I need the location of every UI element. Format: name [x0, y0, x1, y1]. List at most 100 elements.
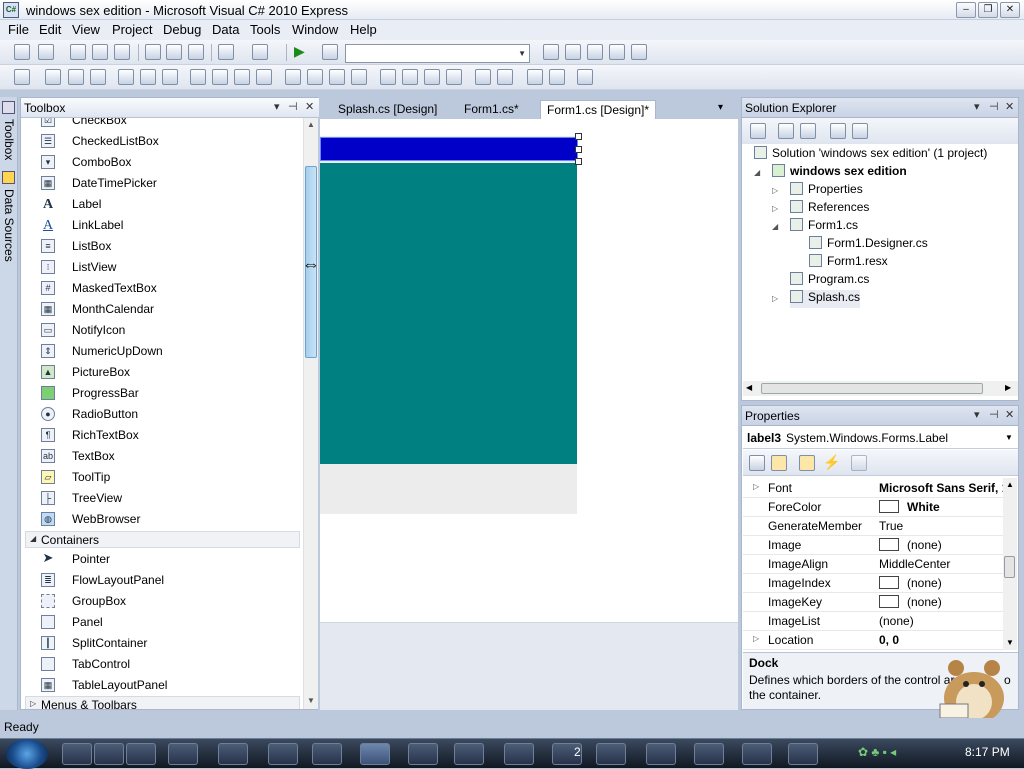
property-pages-icon[interactable]: [851, 455, 867, 471]
view-code-icon[interactable]: [830, 123, 846, 139]
save-all-icon[interactable]: [114, 44, 130, 60]
toolbox-item-textbox[interactable]: ab TextBox: [21, 446, 303, 467]
tree-item-form1-designer[interactable]: Form1.Designer.cs: [809, 236, 928, 254]
remove-vertical-spacing-icon[interactable]: [446, 69, 462, 85]
toolbox-item-maskedtextbox[interactable]: # MaskedTextBox: [21, 278, 303, 299]
size-to-grid-icon[interactable]: [212, 69, 228, 85]
tree-item-form1-resx[interactable]: Form1.resx: [809, 254, 888, 272]
taskbar-app-icon[interactable]: [788, 743, 818, 765]
resize-handle[interactable]: [575, 158, 582, 165]
bring-to-front-icon[interactable]: [527, 69, 543, 85]
properties-view-icon[interactable]: [799, 455, 815, 471]
toolbox-item-checkbox[interactable]: ☑ CheckBox: [21, 118, 303, 131]
solution-root[interactable]: Solution 'windows sex edition' (1 projec…: [754, 146, 987, 164]
cut-icon[interactable]: [145, 44, 161, 60]
tree-item-form1[interactable]: Form1.cs: [790, 218, 858, 236]
toolbox-item-listview[interactable]: ⁝ ListView: [21, 257, 303, 278]
object-selector[interactable]: label3 System.Windows.Forms.Label ▼: [743, 427, 1018, 449]
resize-handle[interactable]: [575, 133, 582, 140]
toolbox-side-tab[interactable]: Toolbox: [2, 119, 16, 160]
taskbar-app-icon[interactable]: [94, 743, 124, 765]
center-vertically-icon[interactable]: [497, 69, 513, 85]
start-page-icon[interactable]: [609, 44, 625, 60]
align-to-grid-icon[interactable]: [14, 69, 30, 85]
tree-item-references[interactable]: References: [790, 200, 869, 218]
start-orb-button[interactable]: [6, 739, 48, 769]
auto-hide-pin-icon[interactable]: ⊣: [288, 100, 298, 113]
property-row[interactable]: ▷ Location 0, 0: [743, 631, 1003, 650]
save-icon[interactable]: [92, 44, 108, 60]
show-all-files-icon[interactable]: [778, 123, 794, 139]
resize-handle[interactable]: [575, 146, 582, 153]
taskbar-app-icon[interactable]: [742, 743, 772, 765]
toolbox-item-webbrowser[interactable]: ◍ WebBrowser: [21, 509, 303, 530]
events-lightning-icon[interactable]: ⚡: [823, 454, 840, 471]
scroll-up-icon[interactable]: ▲: [1006, 480, 1014, 489]
make-same-width-icon[interactable]: [190, 69, 206, 85]
taskbar-visual-studio-icon[interactable]: [360, 743, 390, 765]
undo-icon[interactable]: [218, 44, 234, 60]
toolbox-item-panel[interactable]: Panel: [21, 612, 303, 633]
auto-hide-pin-icon[interactable]: ⊣: [989, 100, 999, 113]
tab-order-icon[interactable]: [577, 69, 593, 85]
menu-help[interactable]: Help: [350, 22, 377, 37]
align-rights-icon[interactable]: [90, 69, 106, 85]
close-panel-icon[interactable]: ✕: [1005, 100, 1014, 113]
collapse-triangle-icon[interactable]: ◢: [772, 222, 778, 231]
extension-manager-icon[interactable]: [631, 44, 647, 60]
paste-icon[interactable]: [188, 44, 204, 60]
taskbar-app-icon[interactable]: [596, 743, 626, 765]
tab-form1-design[interactable]: Form1.cs [Design]*: [540, 100, 657, 119]
taskbar-app-icon[interactable]: [126, 743, 156, 765]
expand-triangle-icon[interactable]: ▷: [772, 186, 778, 195]
properties-scrollbar[interactable]: ▲ ▼: [1003, 478, 1017, 650]
tab-splash-design[interactable]: Splash.cs [Design]: [332, 100, 443, 119]
toolbox-item-checkedlistbox[interactable]: ☰ CheckedListBox: [21, 131, 303, 152]
expand-triangle-icon[interactable]: ▷: [753, 634, 759, 643]
property-row[interactable]: ImageList (none): [743, 612, 1003, 631]
toolbox-category-menus-toolbars[interactable]: ▷ Menus & Toolbars: [25, 696, 300, 709]
taskbar-firefox-icon[interactable]: [312, 743, 342, 765]
auto-hide-pin-icon[interactable]: ⊣: [989, 408, 999, 421]
scroll-left-icon[interactable]: ◀: [746, 383, 752, 392]
alphabetical-icon[interactable]: [771, 455, 787, 471]
toolbox-item-numericupdown[interactable]: ⇕ NumericUpDown: [21, 341, 303, 362]
menu-window[interactable]: Window: [292, 22, 338, 37]
menu-view[interactable]: View: [72, 22, 100, 37]
toolbox-item-notifyicon[interactable]: ▭ NotifyIcon: [21, 320, 303, 341]
close-window-button[interactable]: ✕: [1000, 2, 1020, 18]
toolbox-item-monthcalendar[interactable]: ▦ MonthCalendar: [21, 299, 303, 320]
toolbox-item-flowlayoutpanel[interactable]: ≣ FlowLayoutPanel: [21, 570, 303, 591]
property-row[interactable]: ImageAlign MiddleCenter: [743, 555, 1003, 574]
menu-data[interactable]: Data: [212, 22, 239, 37]
restore-button[interactable]: ❐: [978, 2, 998, 18]
teal-panel[interactable]: [320, 163, 577, 464]
window-position-icon[interactable]: ▾: [974, 408, 980, 421]
decrease-horizontal-spacing-icon[interactable]: [329, 69, 345, 85]
expand-triangle-icon[interactable]: ▷: [772, 294, 778, 303]
start-debugging-icon[interactable]: ▶: [294, 43, 305, 60]
find-combo[interactable]: ▼: [345, 44, 530, 63]
property-row[interactable]: ImageIndex (none): [743, 574, 1003, 593]
data-sources-side-tab[interactable]: Data Sources: [2, 189, 16, 262]
close-panel-icon[interactable]: ✕: [1005, 408, 1014, 421]
property-row[interactable]: ImageKey (none): [743, 593, 1003, 612]
scroll-down-icon[interactable]: ▼: [307, 696, 315, 705]
menu-file[interactable]: File: [8, 22, 29, 37]
properties-icon[interactable]: [750, 123, 766, 139]
property-row[interactable]: GenerateMember True: [743, 517, 1003, 536]
tray-icons[interactable]: ✿ ♣ ▪ ◂: [858, 745, 896, 759]
taskbar-app-icon[interactable]: [694, 743, 724, 765]
increase-vertical-spacing-icon[interactable]: [402, 69, 418, 85]
tree-item-properties[interactable]: Properties: [790, 182, 863, 200]
property-row[interactable]: ForeColor White: [743, 498, 1003, 517]
window-position-icon[interactable]: ▾: [974, 100, 980, 113]
toolbox-scrollbar[interactable]: ▲ ▼: [303, 118, 318, 709]
taskbar-app-icon[interactable]: [218, 743, 248, 765]
toolbox-item-progressbar[interactable]: ProgressBar: [21, 383, 303, 404]
active-files-icon[interactable]: ▾: [718, 102, 723, 113]
system-clock[interactable]: 8:17 PM: [965, 745, 1010, 759]
toolbox-item-tooltip[interactable]: ▱ ToolTip: [21, 467, 303, 488]
remove-horizontal-spacing-icon[interactable]: [351, 69, 367, 85]
toolbox-item-label[interactable]: A Label: [21, 194, 303, 215]
